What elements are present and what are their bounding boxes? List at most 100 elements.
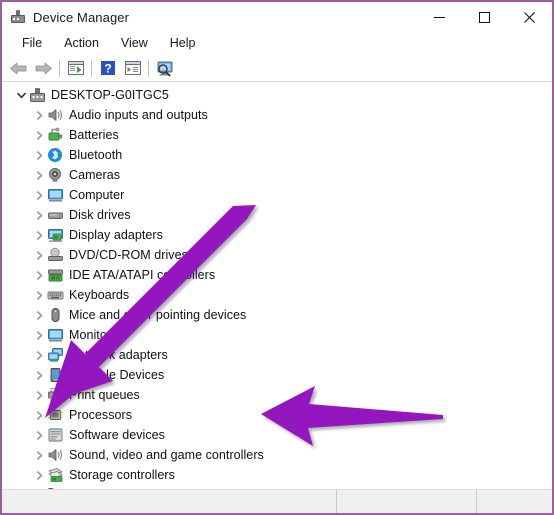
computer-node-icon (29, 87, 46, 103)
tree-item-label: Bluetooth (69, 148, 123, 162)
tree-item-processors[interactable]: Processors (2, 405, 552, 425)
menu-item-file[interactable]: File (12, 34, 52, 53)
tree-item-label: Software devices (69, 428, 165, 442)
tree-item-label: System devices (69, 488, 157, 489)
tree-item-label: Print queues (69, 388, 140, 402)
monitor-icon (47, 187, 64, 203)
chevron-right-icon[interactable] (32, 430, 47, 440)
tree-root-node[interactable]: DESKTOP-G0ITGC5 (2, 85, 552, 105)
tree-item-dvd-cd-rom-drives[interactable]: DVD/CD-ROM drives (2, 245, 552, 265)
portable-device-icon (47, 367, 64, 383)
tree-item-print-queues[interactable]: Print queues (2, 385, 552, 405)
title-bar: Device Manager (2, 2, 552, 32)
tree-item-mice-and-other-pointing-devices[interactable]: Mice and other pointing devices (2, 305, 552, 325)
toolbar-separator-1 (59, 59, 60, 77)
chevron-right-icon[interactable] (32, 410, 47, 420)
monitor-icon (47, 327, 64, 343)
dvd-drive-icon (47, 247, 64, 263)
menu-item-help[interactable]: Help (160, 34, 206, 53)
minimize-button[interactable] (417, 2, 462, 32)
toolbar-separator-2 (91, 59, 92, 77)
device-manager-icon (10, 9, 26, 25)
tree-item-label: Mice and other pointing devices (69, 308, 247, 322)
help-button[interactable]: ? (95, 56, 120, 80)
ide-controller-icon (47, 267, 64, 283)
chevron-right-icon[interactable] (32, 310, 47, 320)
chevron-right-icon[interactable] (32, 390, 47, 400)
chevron-right-icon[interactable] (32, 330, 47, 340)
chevron-right-icon[interactable] (32, 270, 47, 280)
tree-item-label: Portable Devices (69, 368, 165, 382)
show-hide-console-tree-button[interactable] (120, 56, 145, 80)
menu-bar: File Action View Help (2, 32, 552, 55)
menu-item-view[interactable]: View (111, 34, 158, 53)
disk-drive-icon (47, 207, 64, 223)
device-manager-window: Device Manager File Action View Help ? D… (0, 0, 554, 515)
chevron-right-icon[interactable] (32, 150, 47, 160)
tree-item-monitors[interactable]: Monitors (2, 325, 552, 345)
tree-item-keyboards[interactable]: Keyboards (2, 285, 552, 305)
chevron-right-icon[interactable] (32, 470, 47, 480)
svg-text:?: ? (104, 62, 111, 76)
chevron-right-icon[interactable] (32, 230, 47, 240)
scan-hardware-changes-button[interactable] (152, 56, 177, 80)
status-segment-1 (2, 490, 336, 513)
tree-item-label: Computer (69, 188, 125, 202)
chevron-right-icon[interactable] (32, 110, 47, 120)
chevron-right-icon[interactable] (32, 290, 47, 300)
properties-button[interactable] (63, 56, 88, 80)
tree-item-system-devices[interactable]: System devices (2, 485, 552, 489)
tree-item-label: DVD/CD-ROM drives (69, 248, 188, 262)
toolbar-separator-3 (148, 59, 149, 77)
tree-item-computer[interactable]: Computer (2, 185, 552, 205)
chevron-down-icon[interactable] (14, 91, 29, 100)
tree-item-display-adapters[interactable]: Display adapters (2, 225, 552, 245)
chevron-right-icon[interactable] (32, 130, 47, 140)
status-segment-3 (477, 490, 552, 513)
system-device-icon (47, 487, 64, 489)
chevron-right-icon[interactable] (32, 190, 47, 200)
chevron-right-icon[interactable] (32, 450, 47, 460)
chevron-right-icon[interactable] (32, 350, 47, 360)
battery-icon (47, 127, 64, 143)
tree-item-bluetooth[interactable]: Bluetooth (2, 145, 552, 165)
software-device-icon (47, 427, 64, 443)
close-button[interactable] (507, 2, 552, 32)
chevron-right-icon[interactable] (32, 250, 47, 260)
tree-item-cameras[interactable]: Cameras (2, 165, 552, 185)
tree-item-storage-controllers[interactable]: Storage controllers (2, 465, 552, 485)
tree-item-label: Disk drives (69, 208, 131, 222)
tree-root-label: DESKTOP-G0ITGC5 (51, 88, 169, 102)
printer-icon (47, 387, 64, 403)
tree-item-portable-devices[interactable]: Portable Devices (2, 365, 552, 385)
window-controls (417, 2, 552, 32)
forward-button[interactable] (31, 56, 56, 80)
keyboard-icon (47, 287, 64, 303)
tree-item-software-devices[interactable]: Software devices (2, 425, 552, 445)
tree-item-batteries[interactable]: Batteries (2, 125, 552, 145)
tree-item-sound-video-and-game-controllers[interactable]: Sound, video and game controllers (2, 445, 552, 465)
menu-item-action[interactable]: Action (54, 34, 109, 53)
speaker-icon (47, 107, 64, 123)
device-tree[interactable]: DESKTOP-G0ITGC5 Audio inputs and outputs (2, 82, 552, 489)
bluetooth-icon (47, 147, 64, 163)
chevron-right-icon[interactable] (32, 370, 47, 380)
tree-item-network-adapters[interactable]: Network adapters (2, 345, 552, 365)
maximize-button[interactable] (462, 2, 507, 32)
tree-item-label: Display adapters (69, 228, 163, 242)
toolbar: ? (2, 55, 552, 82)
tree-item-audio-inputs-and-outputs[interactable]: Audio inputs and outputs (2, 105, 552, 125)
camera-icon (47, 167, 64, 183)
chevron-right-icon[interactable] (32, 170, 47, 180)
display-adapter-icon (47, 227, 64, 243)
tree-item-label: Sound, video and game controllers (69, 448, 264, 462)
tree-item-label: IDE ATA/ATAPI controllers (69, 268, 216, 282)
chevron-right-icon[interactable] (32, 210, 47, 220)
tree-item-ide-ata-atapi-controllers[interactable]: IDE ATA/ATAPI controllers (2, 265, 552, 285)
tree-item-label: Storage controllers (69, 468, 175, 482)
tree-item-label: Keyboards (69, 288, 130, 302)
tree-item-label: Processors (69, 408, 133, 422)
back-button[interactable] (6, 56, 31, 80)
tree-item-disk-drives[interactable]: Disk drives (2, 205, 552, 225)
window-title: Device Manager (33, 9, 130, 25)
